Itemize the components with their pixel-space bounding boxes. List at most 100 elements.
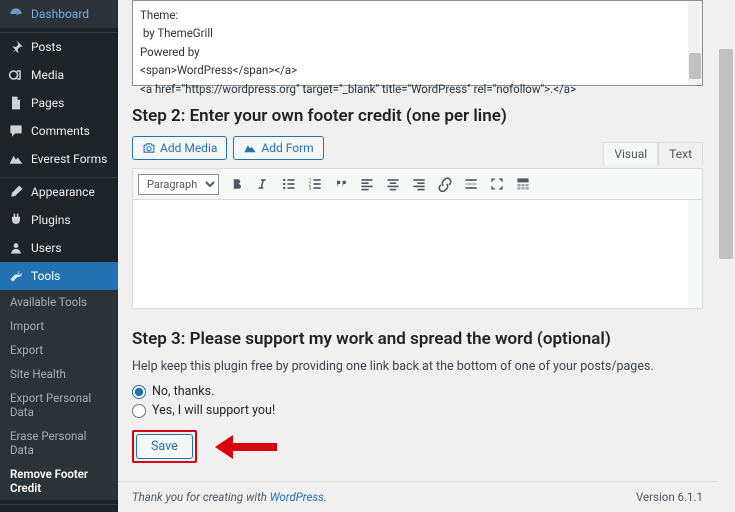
radio-yes[interactable]: Yes, I will support you! xyxy=(132,403,703,418)
footer-code-text: Theme: by ThemeGrill Powered by <span>Wo… xyxy=(140,8,576,96)
comment-icon xyxy=(8,123,24,139)
align-right-button[interactable] xyxy=(407,172,431,196)
editor-body[interactable] xyxy=(133,200,702,308)
link-icon xyxy=(437,176,453,192)
quote-icon xyxy=(333,176,349,192)
nav-media-label: Media xyxy=(31,68,64,82)
nav-users[interactable]: Users xyxy=(0,234,118,262)
footer-version: Version 6.1.1 xyxy=(636,490,703,504)
support-radios: No, thanks. Yes, I will support you! xyxy=(132,384,703,418)
svg-text:3: 3 xyxy=(309,186,312,192)
sub-site-health[interactable]: Site Health xyxy=(0,362,118,386)
footer-period: . xyxy=(324,490,327,504)
nav-dashboard-label: Dashboard xyxy=(31,7,89,21)
step3-heading: Step 3: Please support my work and sprea… xyxy=(132,329,703,349)
editor-scrollbar[interactable] xyxy=(688,200,702,308)
align-left-icon xyxy=(359,176,375,192)
align-right-icon xyxy=(411,176,427,192)
pin-icon xyxy=(8,39,24,55)
page-icon xyxy=(8,95,24,111)
nav-everest-forms[interactable]: Everest Forms xyxy=(0,145,118,173)
tools-submenu: Available Tools Import Export Site Healt… xyxy=(0,290,118,500)
nav-everest-label: Everest Forms xyxy=(31,152,107,166)
format-select[interactable]: Paragraph xyxy=(138,174,219,195)
fullscreen-icon xyxy=(489,176,505,192)
footer-thanks-text: Thank you for creating with xyxy=(132,490,270,504)
fullscreen-button[interactable] xyxy=(485,172,509,196)
bold-icon xyxy=(229,176,245,192)
camera-icon xyxy=(142,141,156,155)
italic-button[interactable] xyxy=(251,172,275,196)
wrench-icon xyxy=(8,268,24,284)
admin-sidebar: Dashboard Posts Media Pages Comments Eve… xyxy=(0,0,118,512)
radio-no[interactable]: No, thanks. xyxy=(132,384,703,399)
gauge-icon xyxy=(8,6,24,22)
link-button[interactable] xyxy=(433,172,457,196)
nav-media[interactable]: Media xyxy=(0,61,118,89)
list-ol-icon: 123 xyxy=(307,176,323,192)
nav-posts-label: Posts xyxy=(31,40,62,54)
tab-text[interactable]: Text xyxy=(658,142,703,165)
scrollbar[interactable] xyxy=(688,1,702,85)
page-scrollbar-thumb[interactable] xyxy=(719,49,733,259)
footer-thanks: Thank you for creating with WordPress. xyxy=(132,490,327,504)
footer-wp-link[interactable]: WordPress xyxy=(270,490,324,504)
sub-import[interactable]: Import xyxy=(0,314,118,338)
save-button[interactable]: Save xyxy=(136,434,193,459)
annotation-arrow xyxy=(215,440,277,454)
ul-button[interactable] xyxy=(277,172,301,196)
radio-yes-input[interactable] xyxy=(132,404,146,418)
nav-users-label: Users xyxy=(31,241,62,255)
nav-comments[interactable]: Comments xyxy=(0,117,118,145)
sub-export-pd[interactable]: Export Personal Data xyxy=(0,386,118,424)
nav-pages-label: Pages xyxy=(31,96,64,110)
media-icon xyxy=(8,67,24,83)
radio-no-label: No, thanks. xyxy=(152,384,214,399)
mountain-icon xyxy=(8,151,24,167)
list-ul-icon xyxy=(281,176,297,192)
bold-button[interactable] xyxy=(225,172,249,196)
nav-appearance[interactable]: Appearance xyxy=(0,178,118,206)
add-form-button[interactable]: Add Form xyxy=(233,136,323,160)
align-center-icon xyxy=(385,176,401,192)
nav-pages[interactable]: Pages xyxy=(0,89,118,117)
nav-plugins[interactable]: Plugins xyxy=(0,206,118,234)
toolbar-toggle-icon xyxy=(515,176,531,192)
page-scrollbar[interactable] xyxy=(717,0,735,512)
mountain-icon xyxy=(243,141,257,155)
scrollbar-thumb[interactable] xyxy=(689,53,701,79)
radio-yes-label: Yes, I will support you! xyxy=(152,403,275,418)
nav-appearance-label: Appearance xyxy=(31,185,95,199)
save-highlight: Save xyxy=(132,430,197,463)
ol-button[interactable]: 123 xyxy=(303,172,327,196)
nav-settings[interactable]: Settings xyxy=(0,505,118,512)
readmore-button[interactable] xyxy=(459,172,483,196)
toolbar-toggle-button[interactable] xyxy=(511,172,535,196)
nav-dashboard[interactable]: Dashboard xyxy=(0,0,118,28)
nav-tools[interactable]: Tools xyxy=(0,262,118,290)
main-content: Theme: by ThemeGrill Powered by <span>Wo… xyxy=(118,0,717,512)
sub-available-tools[interactable]: Available Tools xyxy=(0,290,118,314)
step2-heading: Step 2: Enter your own footer credit (on… xyxy=(132,106,703,126)
sub-erase-pd[interactable]: Erase Personal Data xyxy=(0,424,118,462)
insert-more-icon xyxy=(463,176,479,192)
nav-posts[interactable]: Posts xyxy=(0,33,118,61)
admin-footer: Thank you for creating with WordPress. V… xyxy=(118,481,717,512)
step3-desc: Help keep this plugin free by providing … xyxy=(132,359,703,374)
align-left-button[interactable] xyxy=(355,172,379,196)
sub-export[interactable]: Export xyxy=(0,338,118,362)
align-center-button[interactable] xyxy=(381,172,405,196)
add-media-label: Add Media xyxy=(160,141,217,155)
footer-code-textarea[interactable]: Theme: by ThemeGrill Powered by <span>Wo… xyxy=(132,0,703,86)
editor-toolbar: Paragraph 123 xyxy=(133,169,702,200)
quote-button[interactable] xyxy=(329,172,353,196)
add-media-button[interactable]: Add Media xyxy=(132,136,227,160)
radio-no-input[interactable] xyxy=(132,385,146,399)
editor-tabs: Visual Text xyxy=(603,142,703,165)
user-icon xyxy=(8,240,24,256)
italic-icon xyxy=(255,176,271,192)
add-form-label: Add Form xyxy=(261,141,313,155)
editor: Visual Text Paragraph 123 xyxy=(132,168,703,309)
tab-visual[interactable]: Visual xyxy=(603,142,658,165)
sub-remove-footer-credit[interactable]: Remove Footer Credit xyxy=(0,462,118,500)
